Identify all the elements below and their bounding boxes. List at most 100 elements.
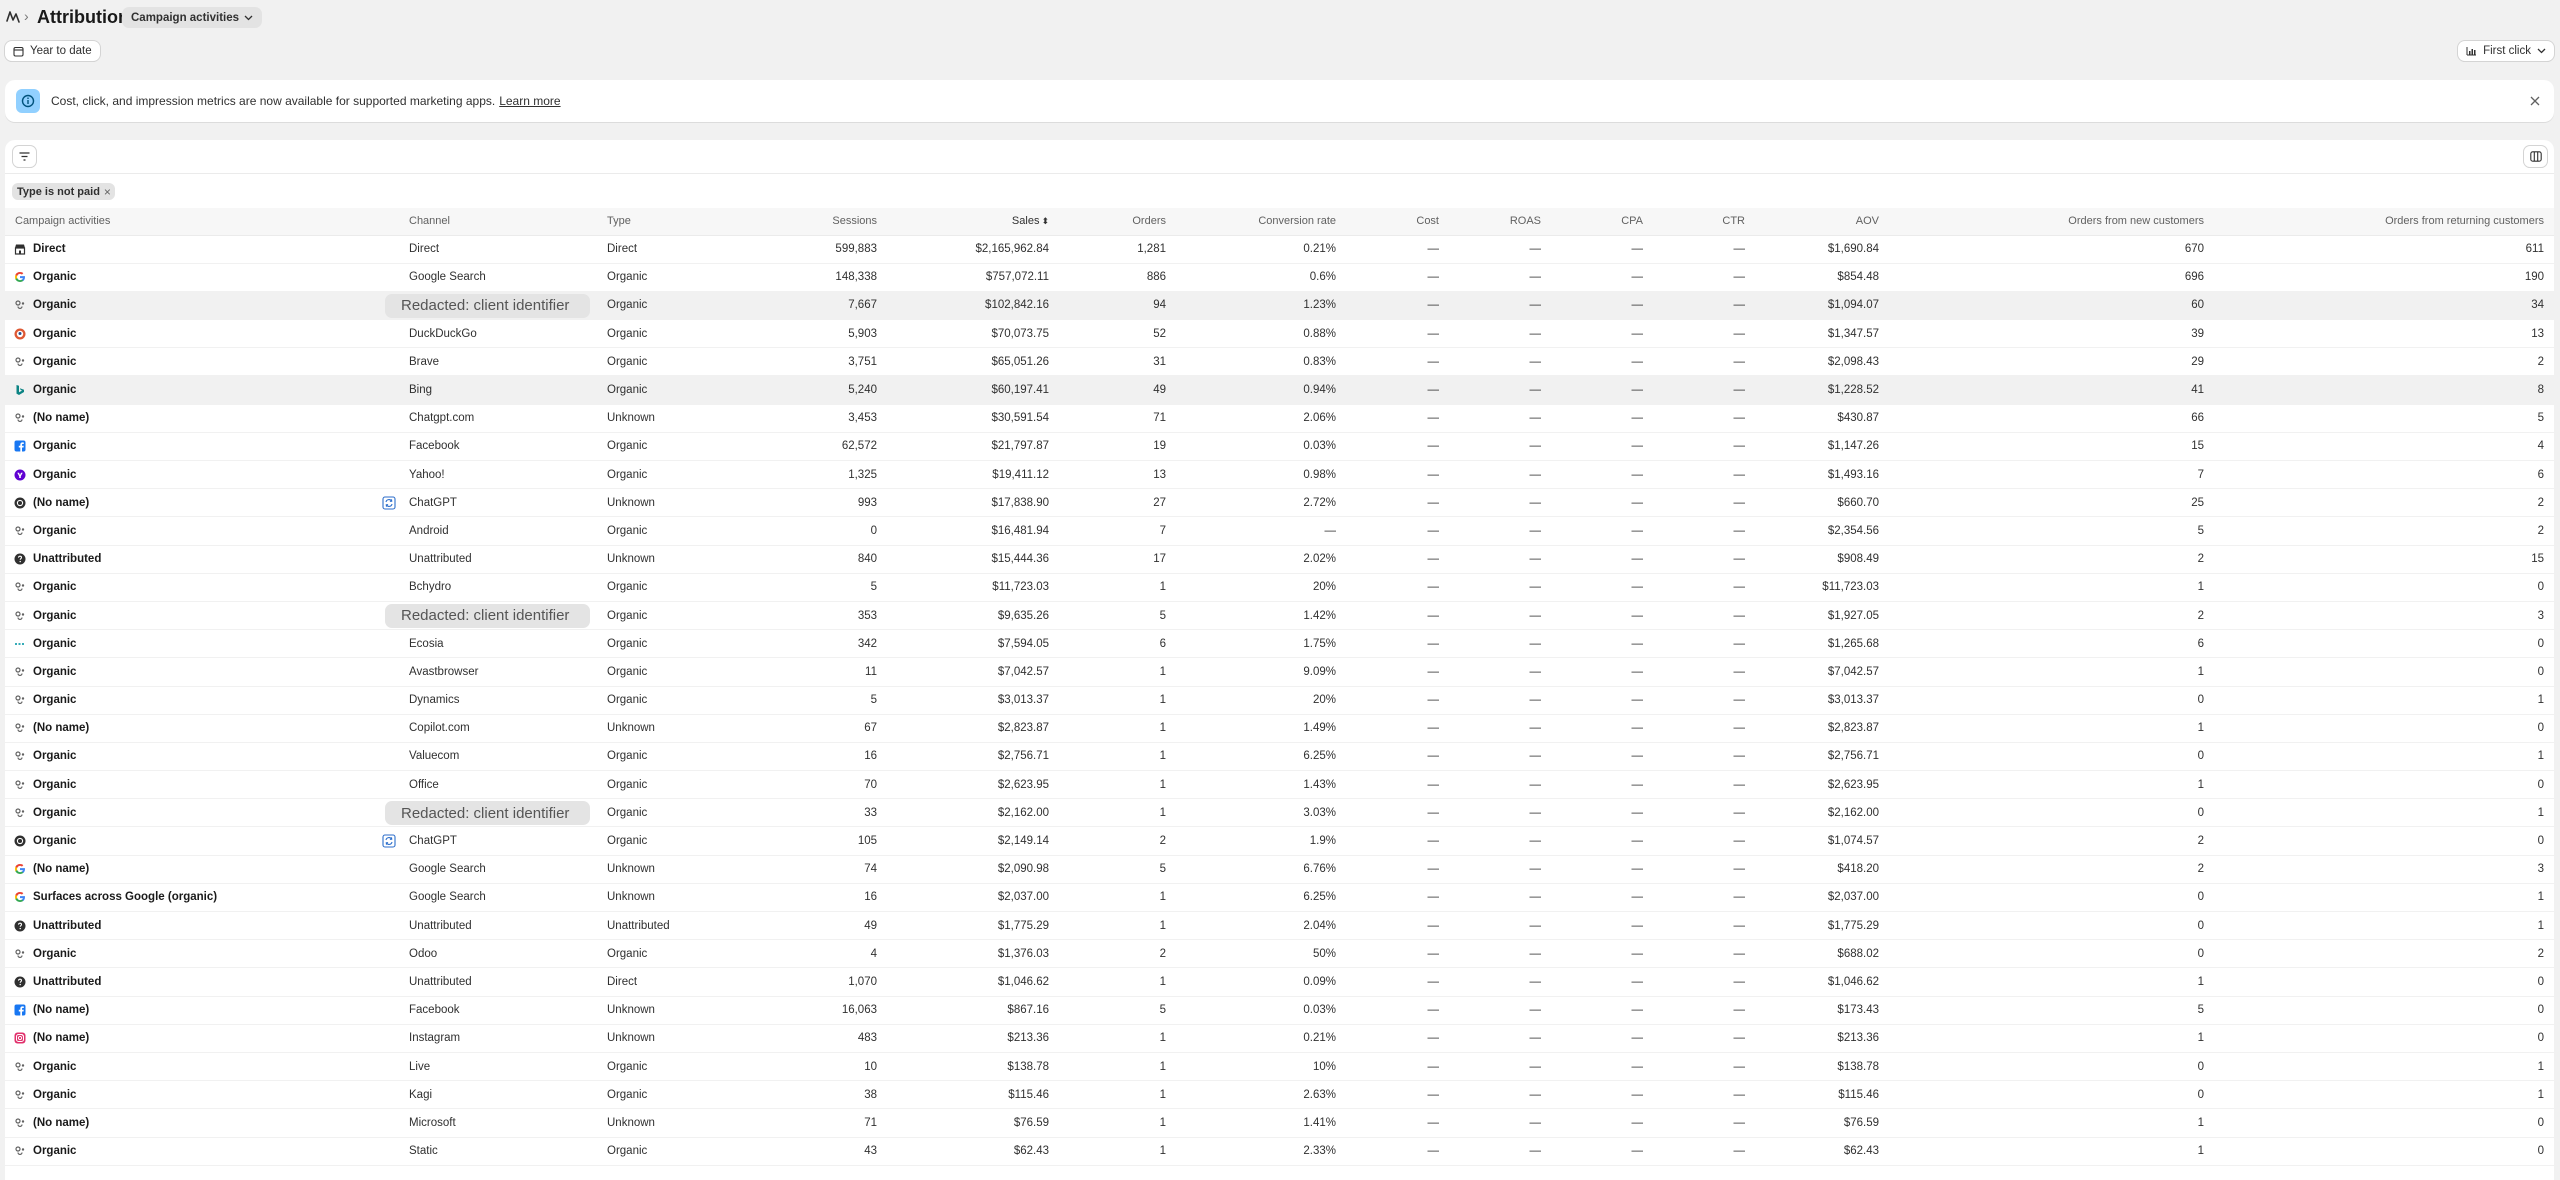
generic-source-icon xyxy=(14,1061,26,1073)
col-sessions[interactable]: Sessions xyxy=(761,208,887,236)
table-row[interactable]: Organic Yahoo! Organic 1,325 $19,411.12 13 0.9… xyxy=(5,460,2554,490)
synced-app-icon[interactable] xyxy=(382,496,396,510)
table-row[interactable]: Organic Android Organic 0 $16,481.94 7— — — — — $2… xyxy=(5,516,2554,546)
table-row[interactable]: (No name) Chatgpt.com Unknown 3,453 $30,591.… xyxy=(5,404,2554,433)
roas-cell: — xyxy=(1449,967,1551,997)
campaign-activity-cell: Unattributed xyxy=(5,967,399,997)
attribution-model-button[interactable]: First click xyxy=(2458,41,2554,61)
orders-cell: 2 xyxy=(1059,826,1176,856)
table-row[interactable]: (No name) Copilot.com Unknown 67 $2,823.87 1 1… xyxy=(5,714,2554,743)
table-row[interactable]: Organic Avastbrowser Organic 11 $7,042.57 1 9.… xyxy=(5,657,2554,687)
cost-cell: — xyxy=(1346,770,1449,800)
returning-customer-orders-cell: 2 xyxy=(2214,516,2554,546)
orders-cell: 5 xyxy=(1059,601,1176,631)
channel-cell: Avastbrowser xyxy=(399,657,597,687)
col-aov[interactable]: AOV xyxy=(1755,208,1889,236)
table-row[interactable]: Organic ChatGPT Organic 105 $2,149.14 2 1.9% — —… xyxy=(5,826,2554,856)
table-row[interactable]: (No name) Instagram Unknown 483 $213.36 1 0.21… xyxy=(5,1024,2554,1053)
orders-cell: 1 xyxy=(1059,770,1176,800)
col-orders-new-customers[interactable]: Orders from new customers xyxy=(1889,208,2214,236)
campaign-activity-cell: Unattributed xyxy=(5,545,399,574)
cost-cell: — xyxy=(1346,1108,1449,1138)
col-cost[interactable]: Cost xyxy=(1346,208,1449,236)
filter-chip[interactable]: Type is not paid × xyxy=(12,183,115,200)
col-roas[interactable]: ROAS xyxy=(1449,208,1551,236)
table-row[interactable]: Organic Kagi Organic 38 $115.46 1 2.63% — — — — $11… xyxy=(5,1080,2554,1110)
sort-icon: ⬍ xyxy=(1041,216,1049,227)
new-customer-orders-cell: 2 xyxy=(1889,826,2214,856)
close-icon xyxy=(2530,96,2540,106)
view-select-dropdown[interactable]: Campaign activities xyxy=(122,7,263,28)
aov-cell: $62.43 xyxy=(1755,1137,1889,1166)
channel-cell: Google Search xyxy=(399,855,597,884)
sessions-cell: 71 xyxy=(761,1108,887,1138)
table-row[interactable]: Organic Facebook Organic 62,572 $21,797.87 19… xyxy=(5,432,2554,462)
table-row[interactable]: Organic Brave Organic 3,751 $65,051.26 31 0.83… xyxy=(5,347,2554,377)
table-row[interactable]: Organic Bchydro Organic 5 $11,723.03 1 20% — — — —… xyxy=(5,573,2554,602)
campaign-activity-label: Organic xyxy=(33,581,77,594)
table-row[interactable]: Organic DuckDuckGo Organic 5,903 $70,073.75 5… xyxy=(5,319,2554,349)
table-row[interactable]: Organic Office Organic 70 $2,623.95 1 1.43% — — —… xyxy=(5,770,2554,800)
col-ctr[interactable]: CTR xyxy=(1653,208,1755,236)
table-row[interactable]: (No name) Facebook Unknown 16,063 $867.16 5 0.… xyxy=(5,996,2554,1025)
new-customer-orders-cell: 696 xyxy=(1889,263,2214,292)
table-row[interactable]: (No name) Google Search Unknown 74 $2,090.98… xyxy=(5,855,2554,884)
channel-cell: Dynamics xyxy=(399,686,597,715)
roas-cell: — xyxy=(1449,629,1551,659)
synced-app-icon[interactable] xyxy=(382,834,396,848)
table-row[interactable]: Unattributed Unattributed Direct 1,070 $1,04… xyxy=(5,967,2554,997)
banner-close-button[interactable] xyxy=(2526,92,2544,110)
col-conversion-rate[interactable]: Conversion rate xyxy=(1176,208,1346,236)
col-cpa[interactable]: CPA xyxy=(1551,208,1653,236)
channel-cell: Static xyxy=(399,1137,597,1166)
orders-cell: 1 xyxy=(1059,714,1176,743)
ctr-cell: — xyxy=(1653,263,1755,292)
col-sales[interactable]: Sales ⬍ xyxy=(887,208,1059,236)
aov-cell: $2,162.00 xyxy=(1755,798,1889,828)
conversion-rate-cell: 0.03% xyxy=(1176,432,1346,462)
table-row[interactable]: Organic Google Search Organic 148,338 $757,0… xyxy=(5,263,2554,292)
table-row[interactable]: Organic Redacted: client identifier Organi… xyxy=(5,798,2554,828)
col-type[interactable]: Type xyxy=(597,208,761,236)
table-row[interactable]: Organic Live Organic 10 $138.78 1 10% — — — — $138.… xyxy=(5,1052,2554,1082)
aov-cell: $213.36 xyxy=(1755,1024,1889,1053)
cost-cell: — xyxy=(1346,629,1449,659)
table-row[interactable]: (No name) Microsoft Unknown 71 $76.59 1 1.41% —… xyxy=(5,1108,2554,1138)
table-row[interactable]: Organic Static Organic 43 $62.43 1 2.33% — — — — $6… xyxy=(5,1137,2554,1166)
col-campaign-activities[interactable]: Campaign activities xyxy=(5,208,399,236)
campaign-activity-cell: Organic xyxy=(5,319,399,349)
table-row[interactable]: Surfaces across Google (organic) Google S… xyxy=(5,883,2554,913)
sessions-cell: 5 xyxy=(761,686,887,715)
cpa-cell: — xyxy=(1551,798,1653,828)
conversion-rate-cell: 0.03% xyxy=(1176,996,1346,1025)
filter-button[interactable] xyxy=(13,146,36,167)
table-row[interactable]: (No name) ChatGPT Unknown 993 $17,838.90 27 2.… xyxy=(5,488,2554,518)
cpa-cell: — xyxy=(1551,939,1653,969)
remove-filter-icon[interactable]: × xyxy=(104,185,111,199)
new-customer-orders-cell: 1 xyxy=(1889,1108,2214,1138)
cpa-cell: — xyxy=(1551,742,1653,772)
table-row[interactable]: Organic Redacted: client identifier Organi… xyxy=(5,291,2554,321)
col-orders-returning-customers[interactable]: Orders from returning customers xyxy=(2214,208,2554,236)
col-orders[interactable]: Orders xyxy=(1059,208,1176,236)
ctr-cell: — xyxy=(1653,1052,1755,1082)
sales-cell: $213.36 xyxy=(887,1024,1059,1053)
ctr-cell: — xyxy=(1653,996,1755,1025)
table-row[interactable]: Unattributed Unattributed Unattributed 49 $1… xyxy=(5,911,2554,941)
orders-cell: 1 xyxy=(1059,1024,1176,1053)
aov-cell: $2,354.56 xyxy=(1755,516,1889,546)
learn-more-link[interactable]: Learn more xyxy=(499,94,560,108)
table-row[interactable]: Organic Dynamics Organic 5 $3,013.37 1 20% — — — —… xyxy=(5,686,2554,715)
campaign-activity-label: Organic xyxy=(33,694,77,707)
table-row[interactable]: Organic Valuecom Organic 16 $2,756.71 1 6.25% —… xyxy=(5,742,2554,772)
col-channel[interactable]: Channel xyxy=(399,208,597,236)
roas-cell: — xyxy=(1449,911,1551,941)
table-row[interactable]: Organic Odoo Organic 4 $1,376.03 2 50% — — — — $688… xyxy=(5,939,2554,969)
table-row[interactable]: Organic Bing Organic 5,240 $60,197.41 49 0.94%… xyxy=(5,375,2554,405)
table-row[interactable]: Organic Redacted: client identifier Organi… xyxy=(5,601,2554,631)
table-row[interactable]: Organic Ecosia Organic 342 $7,594.05 6 1.75% — —… xyxy=(5,629,2554,659)
table-row[interactable]: Direct Direct Direct 599,883 $2,165,962.84 1,… xyxy=(5,235,2554,264)
columns-button[interactable] xyxy=(2524,146,2547,167)
table-row[interactable]: Unattributed Unattributed Unknown 840 $15,44… xyxy=(5,545,2554,574)
date-range-button[interactable]: Year to date xyxy=(5,41,100,61)
